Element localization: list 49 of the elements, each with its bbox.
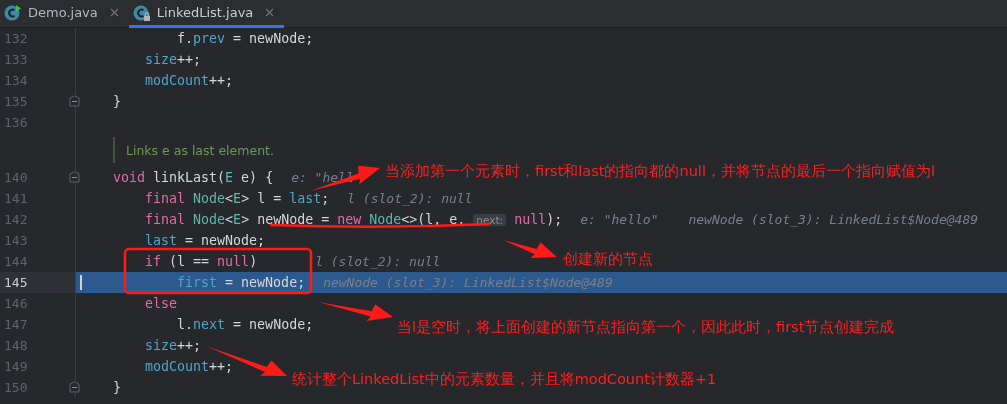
debug-value-hint: l (slot_2): null — [347, 191, 473, 206]
line-number: 148 — [3, 338, 28, 353]
code-line: void linkLast(E e) { — [113, 170, 274, 185]
line-number: 149 — [3, 359, 28, 374]
code-line: if (l == null) — [144, 254, 258, 269]
close-icon[interactable] — [265, 8, 275, 17]
line-number: 150 — [3, 380, 28, 395]
line-number: 142 — [3, 212, 28, 227]
line-number: 145 — [3, 275, 28, 290]
debug-value-hint: l (slot_2): null — [315, 254, 441, 269]
code-line: size++; — [144, 338, 202, 353]
editor-tab[interactable]: Demo.java — [0, 0, 129, 28]
line-number: 144 — [3, 254, 28, 269]
line-number: 132 — [3, 31, 28, 46]
annotation-text: 当l是空时，将上面创建的新节点指向第一个，因此此时，first节点创建完成 — [397, 318, 895, 337]
annotation-text: 创建新的节点 — [563, 250, 653, 269]
close-icon[interactable] — [109, 8, 119, 17]
debug-value-hint: newNode (slot_3): LinkedList$Node@489 — [323, 275, 613, 290]
fold-icon[interactable] — [69, 381, 80, 393]
line-number: 143 — [3, 233, 28, 248]
arrow — [503, 240, 557, 259]
line-number: 135 — [3, 94, 28, 109]
annotation-text: 当添加第一个元素时，first和last的指向都的null，并将节点的最后一个指向赋值为l — [385, 162, 935, 181]
fold-icon[interactable] — [69, 95, 80, 107]
code-line: modCount++; — [144, 359, 234, 374]
line-number: 140 — [3, 170, 28, 185]
code-line: final Node<E> l = last; — [144, 191, 330, 206]
line-number: 133 — [3, 52, 28, 67]
annotation-text: 统计整个LinkedList中的元素数量，并且将modCount计数器+1 — [292, 370, 717, 389]
code-line: modCount++; — [144, 73, 234, 88]
doc-comment: Links e as last element. — [126, 142, 274, 158]
code-line: first = newNode; — [176, 275, 306, 290]
line-number: 146 — [3, 296, 28, 311]
arrow — [310, 165, 380, 191]
code-line: size++; — [144, 52, 202, 67]
code-line: } — [113, 94, 121, 109]
code-line: } — [113, 380, 121, 395]
line-number: 141 — [3, 191, 28, 206]
code-line: l.next = newNode; — [176, 317, 314, 332]
debug-value-hint: e: "hello" — [580, 212, 659, 227]
code-line: else — [144, 296, 178, 311]
code-line: f.prev = newNode; — [176, 31, 314, 46]
line-number: 147 — [3, 317, 28, 332]
caret-marker — [80, 275, 82, 290]
code-line: last = newNode; — [144, 233, 266, 248]
line-number: 134 — [3, 73, 28, 88]
fold-icon[interactable] — [69, 171, 80, 183]
debug-value-hint: newNode (slot_3): LinkedList$Node@489 — [688, 212, 979, 227]
line-number: 136 — [3, 115, 28, 130]
